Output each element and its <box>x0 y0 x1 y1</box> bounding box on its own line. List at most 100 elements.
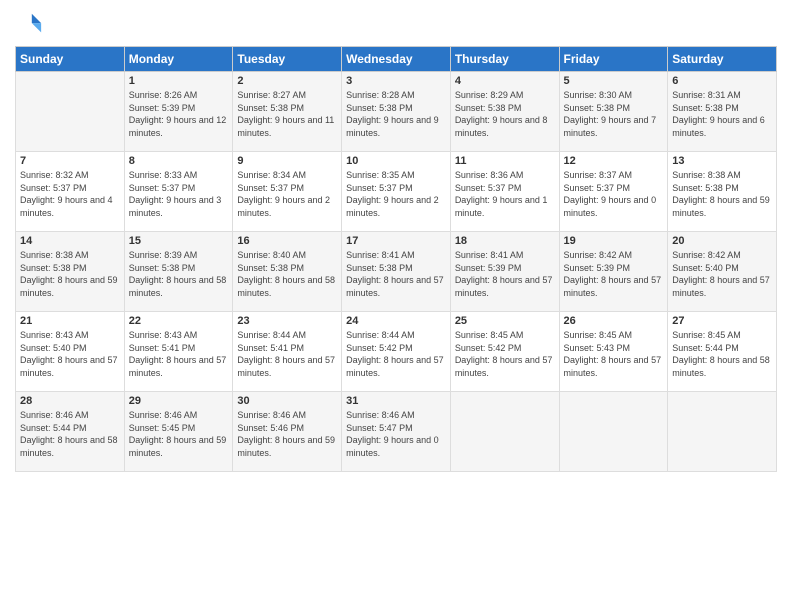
day-number: 13 <box>672 155 772 167</box>
day-number: 17 <box>346 235 446 247</box>
header-tuesday: Tuesday <box>233 47 342 72</box>
day-info: Sunrise: 8:34 AMSunset: 5:37 PMDaylight:… <box>237 169 337 219</box>
day-number: 8 <box>129 155 229 167</box>
calendar-cell: 19 Sunrise: 8:42 AMSunset: 5:39 PMDayligh… <box>559 232 668 312</box>
week-row-2: 14 Sunrise: 8:38 AMSunset: 5:38 PMDayligh… <box>16 232 777 312</box>
day-number: 22 <box>129 315 229 327</box>
day-info: Sunrise: 8:45 AMSunset: 5:43 PMDaylight:… <box>564 329 664 379</box>
day-number: 1 <box>129 75 229 87</box>
day-info: Sunrise: 8:42 AMSunset: 5:40 PMDaylight:… <box>672 249 772 299</box>
calendar-cell: 16Sunrise: 8:40 AMSunset: 5:38 PMDayligh… <box>233 232 342 312</box>
day-info: Sunrise: 8:45 AMSunset: 5:44 PMDaylight:… <box>672 329 772 379</box>
calendar-cell: 6 Sunrise: 8:31 AMSunset: 5:38 PMDaylight… <box>668 72 777 152</box>
day-number: 6 <box>672 75 772 87</box>
day-number: 7 <box>20 155 120 167</box>
calendar-cell <box>16 72 125 152</box>
calendar-cell: 31 Sunrise: 8:46 AMSunset: 5:47 PMDayligh… <box>342 392 451 472</box>
day-number: 18 <box>455 235 555 247</box>
week-row-3: 21 Sunrise: 8:43 AMSunset: 5:40 PMDayligh… <box>16 312 777 392</box>
calendar-cell: 28 Sunrise: 8:46 AMSunset: 5:44 PMDayligh… <box>16 392 125 472</box>
day-info: Sunrise: 8:43 AMSunset: 5:40 PMDaylight:… <box>20 329 120 379</box>
calendar-cell: 5 Sunrise: 8:30 AMSunset: 5:38 PMDaylight… <box>559 72 668 152</box>
day-info: Sunrise: 8:31 AMSunset: 5:38 PMDaylight:… <box>672 89 772 139</box>
calendar-cell <box>450 392 559 472</box>
day-number: 3 <box>346 75 446 87</box>
day-info: Sunrise: 8:46 AMSunset: 5:47 PMDaylight:… <box>346 409 446 459</box>
calendar-cell: 24Sunrise: 8:44 AMSunset: 5:42 PMDayligh… <box>342 312 451 392</box>
calendar-cell: 2 Sunrise: 8:27 AMSunset: 5:38 PMDaylight… <box>233 72 342 152</box>
calendar-cell: 8 Sunrise: 8:33 AMSunset: 5:37 PMDaylight… <box>124 152 233 232</box>
day-number: 27 <box>672 315 772 327</box>
calendar-cell: 18Sunrise: 8:41 AMSunset: 5:39 PMDayligh… <box>450 232 559 312</box>
calendar-cell: 29 Sunrise: 8:46 AMSunset: 5:45 PMDayligh… <box>124 392 233 472</box>
day-info: Sunrise: 8:38 AMSunset: 5:38 PMDaylight:… <box>672 169 772 219</box>
day-number: 25 <box>455 315 555 327</box>
logo <box>15 10 47 38</box>
calendar-cell: 15 Sunrise: 8:39 AMSunset: 5:38 PMDayligh… <box>124 232 233 312</box>
calendar-cell: 25 Sunrise: 8:45 AMSunset: 5:42 PMDayligh… <box>450 312 559 392</box>
calendar-cell: 27 Sunrise: 8:45 AMSunset: 5:44 PMDayligh… <box>668 312 777 392</box>
day-number: 15 <box>129 235 229 247</box>
day-number: 20 <box>672 235 772 247</box>
day-info: Sunrise: 8:41 AMSunset: 5:38 PMDaylight:… <box>346 249 446 299</box>
calendar-cell: 21 Sunrise: 8:43 AMSunset: 5:40 PMDayligh… <box>16 312 125 392</box>
day-number: 5 <box>564 75 664 87</box>
calendar-cell: 10 Sunrise: 8:35 AMSunset: 5:37 PMDayligh… <box>342 152 451 232</box>
header-thursday: Thursday <box>450 47 559 72</box>
day-number: 4 <box>455 75 555 87</box>
day-info: Sunrise: 8:38 AMSunset: 5:38 PMDaylight:… <box>20 249 120 299</box>
calendar-header-row: SundayMondayTuesdayWednesdayThursdayFrid… <box>16 47 777 72</box>
day-info: Sunrise: 8:28 AMSunset: 5:38 PMDaylight:… <box>346 89 446 139</box>
day-number: 2 <box>237 75 337 87</box>
day-info: Sunrise: 8:32 AMSunset: 5:37 PMDaylight:… <box>20 169 120 219</box>
day-info: Sunrise: 8:43 AMSunset: 5:41 PMDaylight:… <box>129 329 229 379</box>
calendar-cell <box>559 392 668 472</box>
week-row-1: 7 Sunrise: 8:32 AMSunset: 5:37 PMDaylight… <box>16 152 777 232</box>
day-number: 23 <box>237 315 337 327</box>
calendar-cell: 11Sunrise: 8:36 AMSunset: 5:37 PMDayligh… <box>450 152 559 232</box>
page-header <box>15 10 777 38</box>
day-number: 26 <box>564 315 664 327</box>
day-info: Sunrise: 8:33 AMSunset: 5:37 PMDaylight:… <box>129 169 229 219</box>
day-info: Sunrise: 8:42 AMSunset: 5:39 PMDaylight:… <box>564 249 664 299</box>
calendar-cell: 14 Sunrise: 8:38 AMSunset: 5:38 PMDayligh… <box>16 232 125 312</box>
day-number: 31 <box>346 395 446 407</box>
day-number: 30 <box>237 395 337 407</box>
day-info: Sunrise: 8:46 AMSunset: 5:44 PMDaylight:… <box>20 409 120 459</box>
calendar-cell: 30 Sunrise: 8:46 AMSunset: 5:46 PMDayligh… <box>233 392 342 472</box>
calendar-cell: 13 Sunrise: 8:38 AMSunset: 5:38 PMDayligh… <box>668 152 777 232</box>
page-container: SundayMondayTuesdayWednesdayThursdayFrid… <box>0 0 792 612</box>
header-monday: Monday <box>124 47 233 72</box>
day-number: 9 <box>237 155 337 167</box>
calendar-cell: 20 Sunrise: 8:42 AMSunset: 5:40 PMDayligh… <box>668 232 777 312</box>
day-info: Sunrise: 8:44 AMSunset: 5:41 PMDaylight:… <box>237 329 337 379</box>
day-info: Sunrise: 8:36 AMSunset: 5:37 PMDaylight:… <box>455 169 555 219</box>
header-friday: Friday <box>559 47 668 72</box>
day-info: Sunrise: 8:39 AMSunset: 5:38 PMDaylight:… <box>129 249 229 299</box>
calendar-cell: 4 Sunrise: 8:29 AMSunset: 5:38 PMDaylight… <box>450 72 559 152</box>
calendar-cell: 23 Sunrise: 8:44 AMSunset: 5:41 PMDayligh… <box>233 312 342 392</box>
day-info: Sunrise: 8:27 AMSunset: 5:38 PMDaylight:… <box>237 89 337 139</box>
calendar-cell: 26 Sunrise: 8:45 AMSunset: 5:43 PMDayligh… <box>559 312 668 392</box>
day-info: Sunrise: 8:26 AMSunset: 5:39 PMDaylight:… <box>129 89 229 139</box>
day-info: Sunrise: 8:46 AMSunset: 5:46 PMDaylight:… <box>237 409 337 459</box>
header-wednesday: Wednesday <box>342 47 451 72</box>
day-number: 28 <box>20 395 120 407</box>
day-info: Sunrise: 8:45 AMSunset: 5:42 PMDaylight:… <box>455 329 555 379</box>
day-info: Sunrise: 8:29 AMSunset: 5:38 PMDaylight:… <box>455 89 555 139</box>
day-info: Sunrise: 8:30 AMSunset: 5:38 PMDaylight:… <box>564 89 664 139</box>
calendar-cell: 12Sunrise: 8:37 AMSunset: 5:37 PMDayligh… <box>559 152 668 232</box>
calendar-cell: 22 Sunrise: 8:43 AMSunset: 5:41 PMDayligh… <box>124 312 233 392</box>
calendar-cell <box>668 392 777 472</box>
day-number: 21 <box>20 315 120 327</box>
day-number: 14 <box>20 235 120 247</box>
day-number: 10 <box>346 155 446 167</box>
day-number: 29 <box>129 395 229 407</box>
day-info: Sunrise: 8:35 AMSunset: 5:37 PMDaylight:… <box>346 169 446 219</box>
header-saturday: Saturday <box>668 47 777 72</box>
calendar-cell: 1 Sunrise: 8:26 AMSunset: 5:39 PMDaylight… <box>124 72 233 152</box>
day-info: Sunrise: 8:40 AMSunset: 5:38 PMDaylight:… <box>237 249 337 299</box>
day-number: 19 <box>564 235 664 247</box>
week-row-0: 1 Sunrise: 8:26 AMSunset: 5:39 PMDaylight… <box>16 72 777 152</box>
day-info: Sunrise: 8:46 AMSunset: 5:45 PMDaylight:… <box>129 409 229 459</box>
